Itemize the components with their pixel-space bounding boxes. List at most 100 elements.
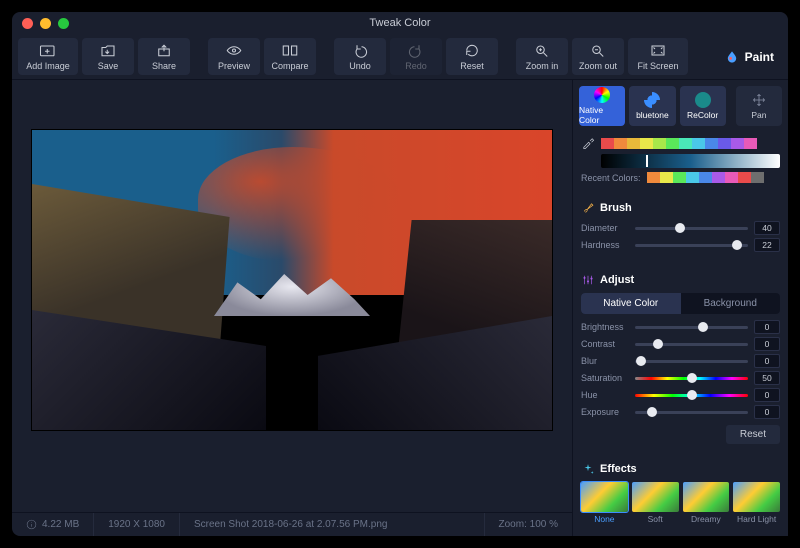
saturation-value[interactable]: 50 <box>754 371 780 385</box>
blur-value[interactable]: 0 <box>754 354 780 368</box>
adjust-tabs: Native Color Background <box>581 293 780 314</box>
effects-section: Effects NoneSoftDreamyHard Light <box>573 452 788 532</box>
preview-button[interactable]: Preview <box>208 38 260 75</box>
effect-dreamy[interactable]: Dreamy <box>683 482 730 524</box>
recent-swatch[interactable] <box>712 172 725 183</box>
tab-native-color[interactable]: Native Color <box>581 293 681 314</box>
color-wheel-icon <box>594 87 610 103</box>
minimize-window-button[interactable] <box>40 18 51 29</box>
zoom-window-button[interactable] <box>58 18 69 29</box>
save-button[interactable]: Save <box>82 38 134 75</box>
redo-button[interactable]: Redo <box>390 38 442 75</box>
palette-swatch[interactable] <box>653 138 666 149</box>
saturation-slider[interactable] <box>635 377 748 380</box>
palette-swatch[interactable] <box>744 138 757 149</box>
recent-swatch[interactable] <box>686 172 699 183</box>
diameter-value[interactable]: 40 <box>754 221 780 235</box>
hardness-slider-row: Hardness 22 <box>581 238 780 252</box>
brush-section-header: Brush <box>581 201 780 215</box>
diameter-slider[interactable] <box>635 227 748 230</box>
palette-swatch[interactable] <box>718 138 731 149</box>
hue-label: Hue <box>581 390 629 400</box>
redo-icon <box>407 43 425 59</box>
recent-swatch[interactable] <box>647 172 660 183</box>
contrast-slider[interactable] <box>635 343 748 346</box>
recent-swatch[interactable] <box>738 172 751 183</box>
exposure-value[interactable]: 0 <box>754 405 780 419</box>
palette-swatch[interactable] <box>627 138 640 149</box>
preview-label: Preview <box>218 61 250 71</box>
share-label: Share <box>152 61 176 71</box>
tab-background[interactable]: Background <box>681 293 781 314</box>
recent-swatch[interactable] <box>673 172 686 183</box>
paint-mode-row: Native Color bluetone ReColor Pan <box>573 80 788 132</box>
color-picker-section: Recent Colors: <box>573 132 788 191</box>
mode-bluetone[interactable]: bluetone <box>629 86 675 126</box>
palette-swatch[interactable] <box>666 138 679 149</box>
compare-button[interactable]: Compare <box>264 38 316 75</box>
brightness-slider[interactable] <box>635 326 748 329</box>
mode-recolor[interactable]: ReColor <box>680 86 726 126</box>
recent-swatch[interactable] <box>725 172 738 183</box>
effect-hard-light[interactable]: Hard Light <box>733 482 780 524</box>
mode-pan[interactable]: Pan <box>736 86 782 126</box>
exposure-slider[interactable] <box>635 411 748 414</box>
main-toolbar: Add Image Save Share Preview Compare Und… <box>12 34 788 80</box>
add-image-button[interactable]: Add Image <box>18 38 78 75</box>
recent-swatch[interactable] <box>660 172 673 183</box>
image-canvas[interactable] <box>32 130 552 430</box>
palette-swatch[interactable] <box>614 138 627 149</box>
info-icon <box>26 519 37 530</box>
zoom-in-button[interactable]: Zoom in <box>516 38 568 75</box>
eyedropper-icon[interactable] <box>581 136 595 150</box>
blur-slider[interactable] <box>635 360 748 363</box>
window-title: Tweak Color <box>12 17 788 29</box>
paint-panel-title: Paint <box>725 50 774 64</box>
palette-swatch[interactable] <box>692 138 705 149</box>
adjust-section: Adjust Native Color Background Brightnes… <box>573 263 788 452</box>
undo-button[interactable]: Undo <box>334 38 386 75</box>
effect-soft[interactable]: Soft <box>632 482 679 524</box>
adjust-reset-button[interactable]: Reset <box>726 425 780 444</box>
contrast-value[interactable]: 0 <box>754 337 780 351</box>
recolor-icon <box>695 92 711 108</box>
share-button[interactable]: Share <box>138 38 190 75</box>
recent-swatch[interactable] <box>751 172 764 183</box>
reset-button[interactable]: Reset <box>446 38 498 75</box>
exposure-label: Exposure <box>581 407 629 417</box>
saturation-label: Saturation <box>581 373 629 383</box>
palette-swatch[interactable] <box>679 138 692 149</box>
close-window-button[interactable] <box>22 18 33 29</box>
brightness-value[interactable]: 0 <box>754 320 780 334</box>
effect-none[interactable]: None <box>581 482 628 524</box>
status-filename: Screen Shot 2018-06-26 at 2.07.56 PM.png <box>180 513 485 536</box>
canvas-column: 4.22 MB 1920 X 1080 Screen Shot 2018-06-… <box>12 80 572 536</box>
hardness-slider[interactable] <box>635 244 748 247</box>
pan-icon <box>751 92 767 108</box>
hue-slider[interactable] <box>635 394 748 397</box>
color-palette <box>601 138 757 149</box>
add-image-label: Add Image <box>26 61 70 71</box>
brush-icon <box>581 201 595 215</box>
reset-icon <box>463 43 481 59</box>
traffic-lights <box>12 18 69 29</box>
mode-native-color[interactable]: Native Color <box>579 86 625 126</box>
shade-gradient-slider[interactable] <box>601 154 780 168</box>
sparkle-icon <box>581 462 595 476</box>
hardness-value[interactable]: 22 <box>754 238 780 252</box>
status-filesize: 4.22 MB <box>12 513 94 536</box>
recent-swatch[interactable] <box>699 172 712 183</box>
adjust-section-header: Adjust <box>581 273 780 287</box>
palette-swatch[interactable] <box>705 138 718 149</box>
hue-value[interactable]: 0 <box>754 388 780 402</box>
fit-screen-button[interactable]: Fit Screen <box>628 38 688 75</box>
canvas-area[interactable] <box>12 80 572 512</box>
add-image-icon <box>39 43 57 59</box>
palette-swatch[interactable] <box>640 138 653 149</box>
zoom-out-button[interactable]: Zoom out <box>572 38 624 75</box>
palette-swatch[interactable] <box>601 138 614 149</box>
effect-label: Soft <box>648 514 663 524</box>
hardness-label: Hardness <box>581 240 629 250</box>
palette-swatch[interactable] <box>731 138 744 149</box>
titlebar: Tweak Color <box>12 12 788 34</box>
